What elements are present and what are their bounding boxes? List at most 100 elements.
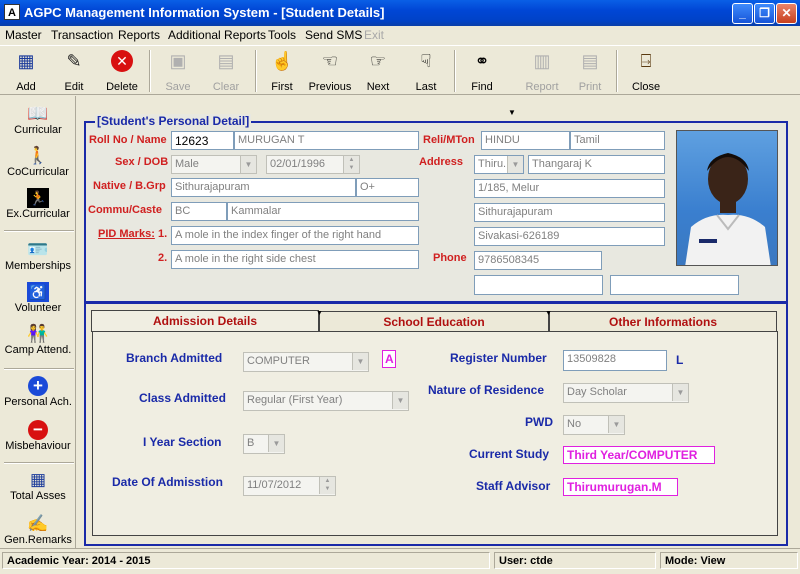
extra-field-1[interactable] bbox=[474, 275, 603, 295]
date-of-admission-field[interactable]: 11/07/2012 ▲ ▼ bbox=[243, 476, 336, 496]
name-field[interactable]: MURUGAN T bbox=[234, 131, 419, 150]
address-prefix-combo[interactable]: Thiru. ▼ bbox=[474, 155, 524, 174]
report-button[interactable]: ▥ Report bbox=[518, 50, 566, 94]
plus-circle-icon: + bbox=[28, 376, 48, 396]
menu-transaction[interactable]: Transaction bbox=[51, 28, 113, 42]
phone-field[interactable]: 9786508345 bbox=[474, 251, 602, 270]
menu-master[interactable]: Master bbox=[5, 28, 42, 42]
status-mode: Mode: View bbox=[660, 552, 798, 569]
student-photo bbox=[676, 130, 778, 266]
register-number-field[interactable]: 13509828 bbox=[563, 350, 667, 371]
close-button[interactable]: ⍈ Close bbox=[622, 50, 670, 94]
edit-button[interactable]: ✎ Edit bbox=[50, 50, 98, 94]
staff-advisor-value: Thirumurugan.M bbox=[563, 478, 678, 496]
tab-admission-details[interactable]: Admission Details bbox=[91, 310, 319, 332]
sidebar-item-excurricular[interactable]: 🏃 Ex.Curricular bbox=[0, 188, 76, 220]
next-button[interactable]: ☞ Next bbox=[354, 50, 402, 94]
pwd-combo[interactable]: No ▼ bbox=[563, 415, 625, 435]
address-line-1-field[interactable]: Thangaraj K bbox=[528, 155, 665, 174]
sidebar-item-curricular[interactable]: 📖 Curricular bbox=[0, 104, 76, 136]
chevron-down-icon[interactable]: ▼ bbox=[240, 156, 256, 173]
sidebar-item-gen-remarks[interactable]: ✍ Gen.Remarks bbox=[0, 514, 76, 546]
chevron-down-icon[interactable]: ▼ bbox=[352, 353, 368, 370]
section-combo[interactable]: B ▼ bbox=[243, 434, 285, 454]
exit-door-icon: ⍈ bbox=[640, 51, 652, 71]
sidebar-item-camp-attend[interactable]: 👫 Camp Attend. bbox=[0, 324, 76, 356]
title-bar: A AGPC Management Information System - [… bbox=[0, 0, 800, 26]
print-button[interactable]: ▤ Print bbox=[566, 50, 614, 94]
address-line-4-field[interactable]: Sivakasi-626189 bbox=[474, 227, 665, 246]
menu-additional-reports[interactable]: Additional Reports bbox=[168, 28, 266, 42]
close-window-button[interactable]: ✕ bbox=[776, 3, 797, 24]
chevron-down-icon[interactable]: ▼ bbox=[392, 392, 408, 409]
sex-combo[interactable]: Male ▼ bbox=[171, 155, 257, 174]
roll-no-field[interactable]: 12623 bbox=[171, 131, 234, 150]
dob-field[interactable]: 02/01/1996 ▲ ▼ bbox=[266, 155, 360, 174]
sidebar-item-cocurricular[interactable]: 🚶 CoCurricular bbox=[0, 146, 76, 178]
person-icon: 🚶 bbox=[27, 146, 49, 165]
branch-admitted-label: Branch Admitted bbox=[126, 351, 223, 365]
sidebar-item-volunteer[interactable]: ♿ Volunteer bbox=[0, 282, 76, 314]
phone-label: Phone bbox=[433, 252, 467, 264]
class-admitted-label: Class Admitted bbox=[139, 391, 226, 405]
save-button[interactable]: ▣ Save bbox=[154, 50, 202, 94]
sidebar-item-memberships[interactable]: 🪪 Memberships bbox=[0, 240, 76, 272]
print-icon: ▤ bbox=[581, 51, 599, 71]
running-man-icon: 🏃 bbox=[27, 188, 49, 208]
find-dropdown-arrow-icon[interactable]: ▼ bbox=[508, 108, 516, 117]
current-study-label: Current Study bbox=[469, 447, 550, 461]
spinner-icon[interactable]: ▲ ▼ bbox=[319, 477, 335, 494]
address-line-2-field[interactable]: 1/185, Melur bbox=[474, 179, 665, 198]
sidebar-item-total-asses[interactable]: ▦ Total Asses bbox=[0, 470, 76, 502]
toolbar-separator bbox=[454, 50, 456, 92]
previous-button[interactable]: ☜ Previous bbox=[306, 50, 354, 94]
menu-bar: Master Transaction Reports Additional Re… bbox=[0, 26, 800, 45]
native-field[interactable]: Sithurajapuram bbox=[171, 178, 356, 197]
branch-admitted-combo[interactable]: COMPUTER ▼ bbox=[243, 352, 369, 372]
minus-circle-icon: − bbox=[28, 420, 48, 440]
menu-reports[interactable]: Reports bbox=[118, 28, 160, 42]
edit-icon: ✎ bbox=[66, 51, 82, 71]
community-caste-label: Commu/Caste bbox=[88, 204, 162, 216]
nature-of-residence-label: Nature of Residence bbox=[428, 383, 545, 397]
clear-button[interactable]: ▤ Clear bbox=[202, 50, 250, 94]
pid-mark-1-field[interactable]: A mole in the index finger of the right … bbox=[171, 226, 419, 245]
sidebar-separator bbox=[4, 230, 74, 232]
menu-tools[interactable]: Tools bbox=[268, 28, 296, 42]
blood-group-field[interactable]: O+ bbox=[356, 178, 419, 197]
chevron-down-icon[interactable]: ▼ bbox=[507, 156, 523, 173]
spinner-icon[interactable]: ▲ ▼ bbox=[343, 156, 359, 173]
restore-button[interactable]: ❐ bbox=[754, 3, 775, 24]
toolbar-separator bbox=[149, 50, 151, 92]
class-admitted-combo[interactable]: Regular (First Year) ▼ bbox=[243, 391, 409, 411]
mother-tongue-field[interactable]: Tamil bbox=[570, 131, 665, 150]
delete-button[interactable]: ✕ Delete bbox=[98, 50, 146, 94]
pointing-hand-up-icon: ☝ bbox=[271, 51, 294, 71]
minimize-button[interactable]: _ bbox=[732, 3, 753, 24]
extra-field-2[interactable] bbox=[610, 275, 739, 295]
sidebar: 📖 Curricular 🚶 CoCurricular 🏃 Ex.Curricu… bbox=[0, 96, 76, 548]
chevron-down-icon[interactable]: ▼ bbox=[672, 384, 688, 401]
first-button[interactable]: ☝ First bbox=[258, 50, 306, 94]
add-button[interactable]: ▦ Add bbox=[2, 50, 50, 94]
pid-mark-2-field[interactable]: A mole in the right side chest bbox=[171, 250, 419, 269]
menu-exit[interactable]: Exit bbox=[364, 28, 384, 42]
sidebar-item-personal-ach[interactable]: + Personal Ach. bbox=[0, 376, 76, 408]
find-button[interactable]: ⚭ Find bbox=[458, 50, 506, 94]
tab-school-education[interactable]: School Education bbox=[319, 311, 549, 331]
caste-field[interactable]: Kammalar bbox=[227, 202, 419, 221]
residence-combo[interactable]: Day Scholar ▼ bbox=[563, 383, 689, 403]
pid-marks-label: PID Marks: bbox=[98, 228, 155, 240]
chevron-down-icon[interactable]: ▼ bbox=[268, 435, 284, 452]
tab-other-informations[interactable]: Other Informations bbox=[549, 311, 777, 331]
menu-send-sms[interactable]: Send SMS bbox=[305, 28, 362, 42]
roll-name-label: Roll No / Name bbox=[89, 134, 167, 146]
sidebar-item-misbehaviour[interactable]: − Misbehaviour bbox=[0, 420, 76, 452]
chevron-down-icon[interactable]: ▼ bbox=[608, 416, 624, 433]
remarks-icon: ✍ bbox=[27, 514, 49, 533]
last-button[interactable]: ☟ Last bbox=[402, 50, 450, 94]
clear-icon: ▤ bbox=[217, 51, 235, 71]
community-field[interactable]: BC bbox=[171, 202, 227, 221]
religion-field[interactable]: HINDU bbox=[481, 131, 570, 150]
address-line-3-field[interactable]: Sithurajapuram bbox=[474, 203, 665, 222]
